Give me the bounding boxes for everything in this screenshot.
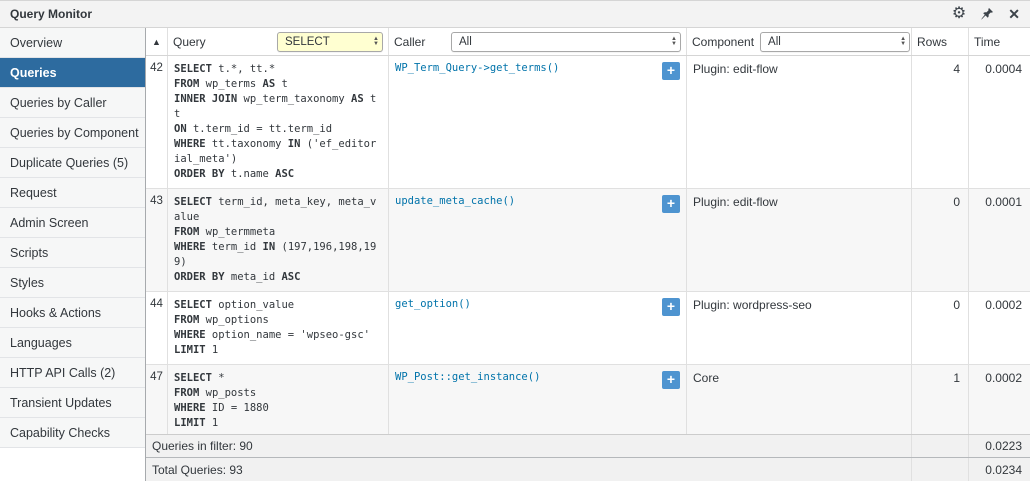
query-sql: SELECT term_id, meta_key, meta_value FRO… bbox=[168, 189, 389, 292]
sidebar-item-capability-checks[interactable]: Capability Checks bbox=[0, 418, 145, 448]
select-arrows-icon: ▲ ▼ bbox=[900, 35, 907, 47]
query-monitor-panel: Query Monitor ⚙ ✕ Overview Queries Queries… bbox=[0, 0, 1030, 481]
query-caller-cell: update_meta_cache() + bbox=[389, 189, 687, 292]
select-arrows-icon: ▲ ▼ bbox=[671, 35, 677, 47]
sidebar-item-styles[interactable]: Styles bbox=[0, 268, 145, 298]
sidebar-item-overview[interactable]: Overview bbox=[0, 28, 145, 58]
query-sql: SELECT t.*, tt.* FROM wp_terms AS t INNE… bbox=[168, 56, 389, 189]
rows-column-header[interactable]: Rows bbox=[912, 28, 969, 55]
footer-time: 0.0223 bbox=[985, 439, 1022, 453]
query-time: 0.0002 bbox=[969, 292, 1030, 365]
footer-label: Total Queries: 93 bbox=[146, 458, 912, 481]
panel-title: Query Monitor bbox=[10, 7, 93, 21]
query-rows-count: 1 bbox=[912, 365, 969, 434]
component-filter-select[interactable]: All ▲ ▼ bbox=[760, 31, 911, 52]
titlebar-icons: ⚙ ✕ bbox=[952, 6, 1020, 22]
caller-filter-select[interactable]: All ▲ ▼ bbox=[451, 31, 681, 52]
sort-column-header[interactable]: ▲ bbox=[146, 28, 168, 55]
sidebar-item-languages[interactable]: Languages bbox=[0, 328, 145, 358]
table-footer: Queries in filter: 90 0.0223 Total Queries… bbox=[146, 434, 1030, 481]
sidebar-item-queries-by-component[interactable]: Queries by Component bbox=[0, 118, 145, 148]
sidebar-item-queries[interactable]: Queries bbox=[0, 58, 145, 88]
query-component: Plugin: edit-flow bbox=[687, 56, 912, 189]
time-column-header[interactable]: Time bbox=[969, 28, 1030, 55]
table-row: 47 SELECT * FROM wp_posts WHERE ID = 1880… bbox=[146, 365, 1030, 434]
query-rows-count: 4 bbox=[912, 56, 969, 189]
query-column-label: Query bbox=[173, 34, 206, 49]
row-number: 42 bbox=[146, 56, 168, 189]
close-icon[interactable]: ✕ bbox=[1008, 7, 1020, 21]
caller-link[interactable]: update_meta_cache() bbox=[395, 195, 515, 207]
query-time: 0.0002 bbox=[969, 365, 1030, 434]
query-sql: SELECT * FROM wp_posts WHERE ID = 1880 L… bbox=[168, 365, 389, 434]
sidebar-item-http-api-calls-2[interactable]: HTTP API Calls (2) bbox=[0, 358, 145, 388]
table-header: ▲ Query SELECT ▲ ▼ Caller All ▲ ▼ Compon… bbox=[146, 28, 1030, 56]
query-component: Core bbox=[687, 365, 912, 434]
sidebar-item-duplicate-queries-5[interactable]: Duplicate Queries (5) bbox=[0, 148, 145, 178]
query-component: Plugin: edit-flow bbox=[687, 189, 912, 292]
caller-column-header: Caller All ▲ ▼ bbox=[389, 28, 687, 55]
table-row: 43 SELECT term_id, meta_key, meta_value F… bbox=[146, 189, 1030, 292]
expand-plus-button[interactable]: + bbox=[662, 62, 680, 80]
component-column-label: Component bbox=[692, 34, 755, 49]
sidebar-item-transient-updates[interactable]: Transient Updates bbox=[0, 388, 145, 418]
titlebar: Query Monitor ⚙ ✕ bbox=[0, 1, 1030, 28]
footer-row: Queries in filter: 90 0.0223 bbox=[146, 434, 1030, 457]
table-row: 44 SELECT option_value FROM wp_options WH… bbox=[146, 292, 1030, 365]
query-sql: SELECT option_value FROM wp_options WHER… bbox=[168, 292, 389, 365]
query-time: 0.0004 bbox=[969, 56, 1030, 189]
sidebar-item-scripts[interactable]: Scripts bbox=[0, 238, 145, 268]
expand-plus-button[interactable]: + bbox=[662, 195, 680, 213]
select-arrows-icon: ▲ ▼ bbox=[373, 35, 379, 47]
sidebar-item-hooks-actions[interactable]: Hooks & Actions bbox=[0, 298, 145, 328]
table-row: 42 SELECT t.*, tt.* FROM wp_terms AS t IN… bbox=[146, 56, 1030, 189]
caller-link[interactable]: WP_Term_Query->get_terms() bbox=[395, 62, 559, 74]
expand-plus-button[interactable]: + bbox=[662, 298, 680, 316]
footer-label: Queries in filter: 90 bbox=[146, 435, 912, 457]
component-column-header: Component All ▲ ▼ bbox=[687, 28, 912, 55]
query-rows-count: 0 bbox=[912, 292, 969, 365]
settings-gear-icon[interactable]: ⚙ bbox=[952, 6, 966, 22]
footer-time: 0.0234 bbox=[985, 462, 1022, 477]
table-body: 42 SELECT t.*, tt.* FROM wp_terms AS t IN… bbox=[146, 56, 1030, 434]
footer-rows-cell bbox=[912, 458, 969, 481]
query-time: 0.0001 bbox=[969, 189, 1030, 292]
pin-icon[interactable] bbox=[980, 7, 994, 21]
sidebar-item-request[interactable]: Request bbox=[0, 178, 145, 208]
caller-filter-value: All bbox=[459, 35, 472, 48]
query-caller-cell: get_option() + bbox=[389, 292, 687, 365]
footer-row: Total Queries: 93 0.0234 bbox=[146, 457, 1030, 481]
caller-link[interactable]: WP_Post::get_instance() bbox=[395, 371, 540, 383]
sort-asc-icon: ▲ bbox=[152, 36, 161, 47]
sidebar-item-queries-by-caller[interactable]: Queries by Caller bbox=[0, 88, 145, 118]
query-component: Plugin: wordpress-seo bbox=[687, 292, 912, 365]
component-filter-value: All bbox=[768, 35, 781, 48]
row-number: 43 bbox=[146, 189, 168, 292]
query-filter-value: SELECT bbox=[285, 35, 330, 48]
query-caller-cell: WP_Term_Query->get_terms() + bbox=[389, 56, 687, 189]
query-type-filter-select[interactable]: SELECT ▲ ▼ bbox=[277, 31, 383, 52]
caller-link[interactable]: get_option() bbox=[395, 298, 471, 310]
expand-plus-button[interactable]: + bbox=[662, 371, 680, 389]
caller-column-label: Caller bbox=[394, 34, 426, 49]
row-number: 47 bbox=[146, 365, 168, 434]
sidebar-item-admin-screen[interactable]: Admin Screen bbox=[0, 208, 145, 238]
footer-rows-cell bbox=[912, 435, 969, 457]
query-caller-cell: WP_Post::get_instance() + bbox=[389, 365, 687, 434]
queries-table: ▲ Query SELECT ▲ ▼ Caller All ▲ ▼ Compon… bbox=[146, 28, 1030, 481]
sidebar: Overview Queries Queries by Caller Queries … bbox=[0, 28, 146, 481]
query-column-header: Query SELECT ▲ ▼ bbox=[168, 28, 389, 55]
panel-body: Overview Queries Queries by Caller Queries … bbox=[0, 28, 1030, 481]
query-rows-count: 0 bbox=[912, 189, 969, 292]
row-number: 44 bbox=[146, 292, 168, 365]
